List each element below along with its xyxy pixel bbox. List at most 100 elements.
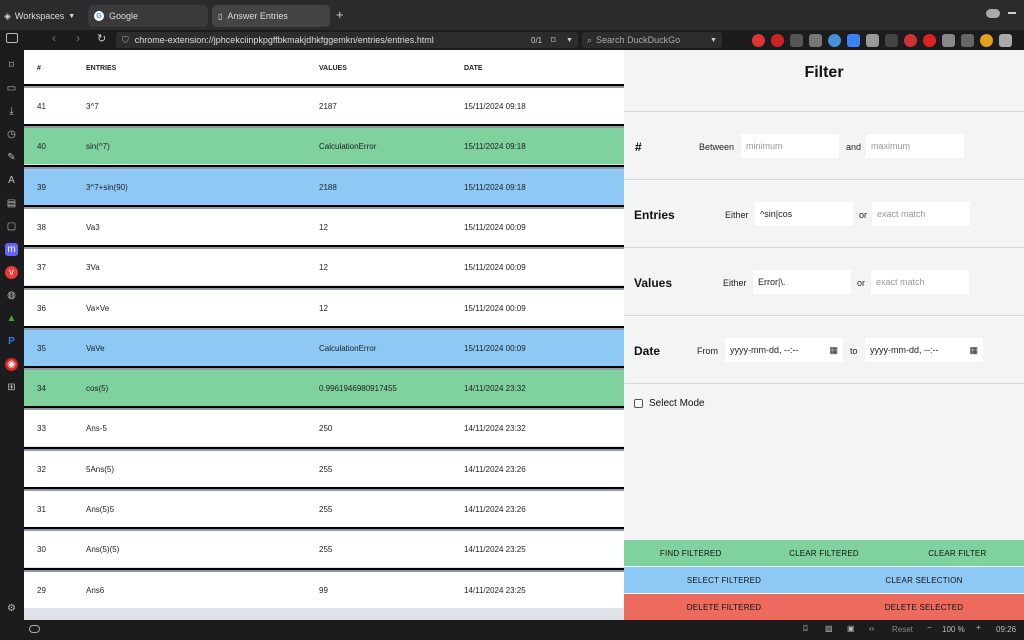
values-exact-input[interactable]: exact match: [871, 270, 969, 294]
table-row[interactable]: 38 Va3 12 15/11/2024 00:09: [24, 208, 624, 245]
extension-icon[interactable]: [790, 33, 803, 47]
reading-list-icon[interactable]: ▭: [5, 82, 18, 95]
zoom-reset-button[interactable]: Reset: [892, 625, 913, 634]
table-row[interactable]: 34 cos(5) 0.9961946980917455 14/11/2024 23:…: [24, 370, 624, 407]
extension-icon[interactable]: [961, 33, 974, 47]
date-from-input[interactable]: yyyy-mm-dd, --:-- ▦: [725, 338, 843, 362]
forward-icon[interactable]: ›: [76, 31, 80, 45]
sync-cloud-icon[interactable]: [29, 625, 40, 633]
extension-icon[interactable]: [771, 33, 784, 47]
find-filtered-button[interactable]: FIND FILTERED: [624, 549, 757, 558]
table-row[interactable]: 41 3^7 2187 15/11/2024 09:18: [24, 88, 624, 124]
table-row[interactable]: 39 3^7+sin(90) 2188 15/11/2024 09:18: [24, 168, 624, 205]
download-icon[interactable]: ⤓: [5, 105, 18, 118]
values-regex-input[interactable]: Error|\.: [753, 270, 851, 294]
browser-sidebar: ⌑ ▭ ⤓ ◷ ✎ A ▤ ▢ m v ◍ ▲ P ◉ ⊞ ⚙: [0, 50, 24, 620]
extension-icon[interactable]: [885, 33, 898, 47]
table-row[interactable]: 36 Va×Ve 12 15/11/2024 00:09: [24, 289, 624, 326]
cell-value: 255: [319, 464, 333, 474]
code-icon[interactable]: ‹›: [869, 624, 874, 633]
bookmark-icon[interactable]: ⌑: [5, 59, 18, 72]
cell-date: 15/11/2024 00:09: [464, 222, 526, 232]
num-label: #: [635, 140, 642, 154]
chevron-down-icon[interactable]: ▼: [566, 37, 573, 44]
translate-icon[interactable]: A: [5, 174, 18, 187]
table-row[interactable]: 31 Ans(5)5 255 14/11/2024 23:26: [24, 491, 624, 527]
panel-toggle-icon[interactable]: [6, 33, 18, 43]
window-icon[interactable]: ▤: [5, 197, 18, 210]
select-filtered-button[interactable]: SELECT FILTERED: [624, 576, 824, 585]
cell-date: 14/11/2024 23:25: [464, 545, 526, 555]
table-row[interactable]: 29 Ans6 99 14/11/2024 23:25: [24, 571, 624, 608]
notes-icon[interactable]: ✎: [5, 151, 18, 164]
google-icon: G: [94, 11, 104, 21]
chat-icon[interactable]: ▢: [5, 220, 18, 233]
extension-icon[interactable]: [828, 33, 841, 47]
extension-icon[interactable]: [752, 33, 765, 47]
clock: 09:26: [996, 625, 1017, 634]
globe-icon[interactable]: ◍: [5, 289, 18, 302]
table-header: # ENTRIES VALUES DATE: [24, 50, 624, 86]
calendar-icon[interactable]: ▦: [969, 345, 978, 356]
table-row[interactable]: 40 sin(^7) CalculationError 15/11/2024 09:1…: [24, 128, 624, 165]
delete-selected-button[interactable]: DELETE SELECTED: [824, 603, 1024, 612]
extension-icon[interactable]: [942, 33, 955, 47]
drive-icon[interactable]: ▲: [5, 312, 18, 325]
table-row[interactable]: 30 Ans(5)(5) 255 14/11/2024 23:25: [24, 531, 624, 568]
p-app-icon[interactable]: P: [5, 335, 18, 348]
clear-filtered-button[interactable]: CLEAR FILTERED: [757, 549, 890, 558]
clear-selection-button[interactable]: CLEAR SELECTION: [824, 576, 1024, 585]
zoom-in-icon[interactable]: +: [976, 623, 981, 632]
delete-filtered-button[interactable]: DELETE FILTERED: [624, 603, 824, 612]
calendar-icon[interactable]: ▦: [829, 345, 838, 356]
num-max-input[interactable]: maximum: [866, 134, 964, 158]
zoom-out-icon[interactable]: −: [927, 623, 932, 632]
settings-icon[interactable]: ⚙: [5, 602, 18, 615]
vivaldi-icon[interactable]: v: [5, 266, 18, 279]
tab-google[interactable]: G Google: [88, 5, 208, 27]
cell-entry: Ans-5: [86, 424, 107, 434]
select-mode-checkbox[interactable]: [634, 399, 643, 408]
row-divider: [24, 166, 624, 169]
extension-icon[interactable]: [809, 33, 822, 47]
extension-icon[interactable]: [866, 33, 879, 47]
cell-date: 15/11/2024 09:18: [464, 142, 526, 152]
tiling-icon[interactable]: ▣: [847, 624, 855, 633]
entries-regex-input[interactable]: ^sin|cos: [755, 202, 853, 226]
image-icon[interactable]: ▨: [825, 624, 833, 633]
url-field[interactable]: ⛉ chrome-extension://jphcekciinpkpgffbkm…: [116, 32, 578, 48]
extension-icon[interactable]: [980, 33, 993, 47]
cloud-icon[interactable]: [986, 9, 1000, 18]
table-row[interactable]: 37 3Va 12 15/11/2024 00:09: [24, 249, 624, 286]
num-min-input[interactable]: minimum: [741, 134, 839, 158]
new-tab-button[interactable]: +: [336, 7, 344, 22]
reload-icon[interactable]: ↻: [97, 32, 106, 45]
between-label: Between: [699, 142, 735, 152]
bookmark-icon[interactable]: ⌑: [551, 35, 556, 46]
clear-filter-button[interactable]: CLEAR FILTER: [891, 549, 1024, 558]
cell-num: 40: [37, 142, 46, 152]
record-icon[interactable]: ◉: [5, 358, 18, 371]
row-divider: [24, 448, 624, 451]
search-field[interactable]: ⌕ Search DuckDuckGo ▼: [582, 32, 722, 48]
filter-date-section: Date From yyyy-mm-dd, --:-- ▦ to yyyy-mm…: [624, 315, 1024, 383]
history-icon[interactable]: ◷: [5, 128, 18, 141]
extension-icon[interactable]: [904, 33, 917, 47]
entries-exact-input[interactable]: exact match: [872, 202, 970, 226]
table-row[interactable]: 32 5Ans(5) 255 14/11/2024 23:26: [24, 450, 624, 487]
add-panel-icon[interactable]: ⊞: [5, 381, 18, 394]
extension-icon[interactable]: [923, 33, 936, 47]
tab-answer-entries[interactable]: ▯ Answer Entries: [212, 5, 330, 27]
table-row[interactable]: 33 Ans-5 250 14/11/2024 23:32: [24, 410, 624, 447]
extension-icon[interactable]: [999, 33, 1012, 47]
capture-icon[interactable]: ⌼: [803, 624, 808, 634]
minimize-icon[interactable]: [1008, 12, 1016, 14]
table-row[interactable]: 35 VaVe CalculationError 15/11/2024 00:09: [24, 329, 624, 366]
back-icon[interactable]: ‹: [52, 31, 56, 45]
extension-icon[interactable]: [847, 33, 860, 47]
mastodon-icon[interactable]: m: [5, 243, 18, 256]
workspaces-button[interactable]: ◈ Workspaces ▼: [4, 5, 75, 27]
select-mode-toggle[interactable]: Select Mode: [634, 398, 705, 409]
date-to-input[interactable]: yyyy-mm-dd, --:-- ▦: [865, 338, 983, 362]
chevron-down-icon[interactable]: ▼: [710, 37, 717, 44]
